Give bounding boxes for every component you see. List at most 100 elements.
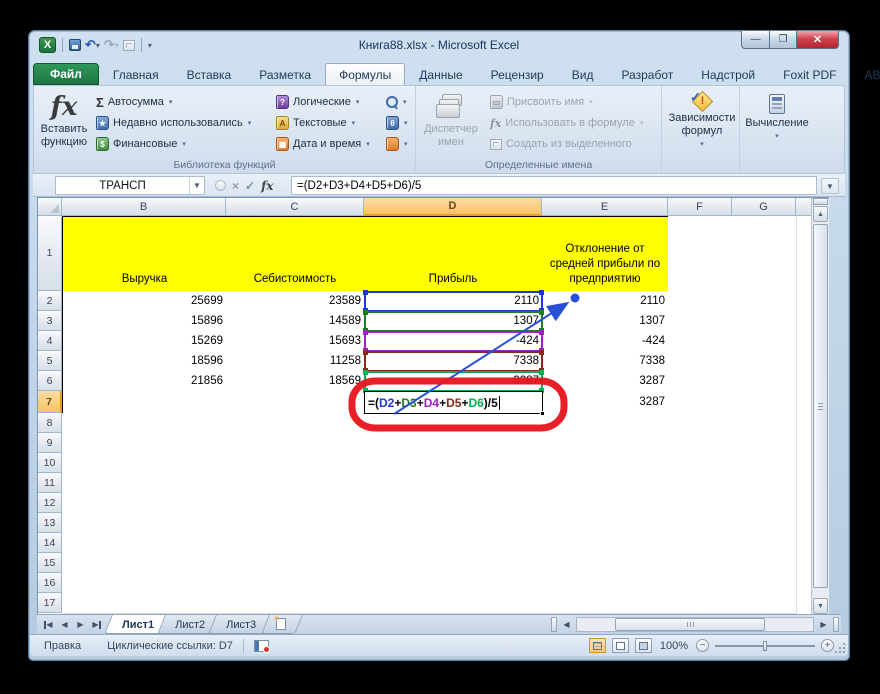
cell-B4[interactable]: 15269 <box>62 331 227 352</box>
row-header-2[interactable]: 2 <box>38 291 62 311</box>
cell-D13[interactable] <box>364 513 543 534</box>
cell-G15[interactable] <box>732 553 797 574</box>
cell-B7[interactable] <box>62 391 227 414</box>
cell-D4[interactable]: -424 <box>364 331 543 352</box>
row-header-14[interactable]: 14 <box>38 533 62 553</box>
cell-G4[interactable] <box>732 331 797 352</box>
cell-B1[interactable]: Выручка <box>62 216 227 292</box>
cell-D11[interactable] <box>364 473 543 494</box>
financial-button[interactable]: $ Финансовые▾ <box>96 134 186 154</box>
cell-C10[interactable] <box>226 453 365 474</box>
cell-C8[interactable] <box>226 413 365 434</box>
autosum-button[interactable]: Σ Автосумма▾ <box>96 92 172 112</box>
row-header-16[interactable]: 16 <box>38 573 62 593</box>
column-header-D[interactable]: D <box>364 198 542 216</box>
cell-F7[interactable] <box>668 391 733 414</box>
scroll-up-button[interactable]: ▲ <box>813 206 828 222</box>
cell-B2[interactable]: 25699 <box>62 291 227 312</box>
date-time-button[interactable]: ▦ Дата и время▾ <box>276 134 370 154</box>
formula-auditing-button[interactable]: !✓ Зависимости формул ▾ <box>670 89 734 159</box>
confirm-entry-button[interactable]: ✓ <box>245 179 255 193</box>
cell-G9[interactable] <box>732 433 797 454</box>
title-bar[interactable]: X ↶▾ ↷▾ ▾ Книга88.xlsx - Microsoft Excel… <box>29 31 849 59</box>
scroll-left-button[interactable]: ◀ <box>559 617 574 632</box>
insert-function-button[interactable]: fx Вставить функцию <box>36 89 92 159</box>
zoom-out-button[interactable]: − <box>696 639 709 652</box>
cell-G12[interactable] <box>732 493 797 514</box>
cell-E9[interactable] <box>542 433 669 454</box>
cell-E17[interactable] <box>542 593 669 614</box>
ribbon-tab-9[interactable]: Разработ <box>607 63 687 85</box>
cell-G7[interactable] <box>732 391 797 414</box>
calculation-button[interactable]: Вычисление ▾ <box>746 89 808 159</box>
cell-E11[interactable] <box>542 473 669 494</box>
cell-C3[interactable]: 14589 <box>226 311 365 332</box>
name-manager-button[interactable]: Диспетчер имен <box>420 89 482 159</box>
row-header-7[interactable]: 7 <box>38 391 62 413</box>
row-header-6[interactable]: 6 <box>38 371 62 391</box>
ribbon-tab-11[interactable]: Foxit PDF <box>769 63 850 85</box>
cell-F14[interactable] <box>668 533 733 554</box>
cell-G8[interactable] <box>732 413 797 434</box>
cell-E15[interactable] <box>542 553 669 574</box>
cell-F16[interactable] <box>668 573 733 594</box>
cell-E6[interactable]: 3287 <box>542 371 669 392</box>
horizontal-scroll-thumb[interactable] <box>615 618 765 631</box>
cell-E5[interactable]: 7338 <box>542 351 669 372</box>
cell-D7-formula-editor[interactable]: =(D2+D3+D4+D5+D6)/5 <box>364 391 543 414</box>
math-trig-button[interactable]: θ▾ <box>386 113 408 133</box>
row-header-17[interactable]: 17 <box>38 593 62 613</box>
cell-D10[interactable] <box>364 453 543 474</box>
insert-function-fx-button[interactable]: fx <box>261 179 273 193</box>
cell-D17[interactable] <box>364 593 543 614</box>
cell-B12[interactable] <box>62 493 227 514</box>
split-handle[interactable] <box>813 198 828 205</box>
ribbon-tab-6[interactable]: Данные <box>405 63 476 85</box>
cancel-entry-button[interactable]: × <box>232 179 239 193</box>
ribbon-tab-12[interactable]: ABBYY PDF <box>850 63 880 85</box>
save-button[interactable] <box>69 39 81 51</box>
undo-button[interactable]: ↶▾ <box>85 37 100 53</box>
cell-B5[interactable]: 18596 <box>62 351 227 372</box>
cell-C4[interactable]: 15693 <box>226 331 365 352</box>
split-handle[interactable] <box>833 617 839 632</box>
cell-F13[interactable] <box>668 513 733 534</box>
row-header-4[interactable]: 4 <box>38 331 62 351</box>
cell-D9[interactable] <box>364 433 543 454</box>
cell-C14[interactable] <box>226 533 365 554</box>
cell-B10[interactable] <box>62 453 227 474</box>
vertical-scroll-thumb[interactable] <box>813 224 828 588</box>
page-break-view-button[interactable] <box>635 638 652 653</box>
cell-D12[interactable] <box>364 493 543 514</box>
cell-D16[interactable] <box>364 573 543 594</box>
define-name-button[interactable]: ▭ Присвоить имя▾ <box>490 92 593 112</box>
minimize-button[interactable]: — <box>741 31 770 49</box>
cell-F2[interactable] <box>668 291 733 312</box>
macro-record-icon[interactable] <box>254 640 269 652</box>
zoom-in-button[interactable]: + <box>821 639 834 652</box>
cell-F5[interactable] <box>668 351 733 372</box>
ribbon-tab-1[interactable]: Файл <box>33 63 99 85</box>
cell-C16[interactable] <box>226 573 365 594</box>
cell-B11[interactable] <box>62 473 227 494</box>
cell-D8[interactable] <box>364 413 543 434</box>
row-header-9[interactable]: 9 <box>38 433 62 453</box>
cell-C9[interactable] <box>226 433 365 454</box>
use-in-formula-button[interactable]: fx Использовать в формуле▾ <box>490 113 643 133</box>
more-functions-button[interactable]: ▾ <box>386 134 408 154</box>
cell-C17[interactable] <box>226 593 365 614</box>
column-header-C[interactable]: C <box>226 198 364 216</box>
cell-D5[interactable]: 7338 <box>364 351 543 372</box>
cell-G10[interactable] <box>732 453 797 474</box>
zoom-slider-handle[interactable] <box>763 641 767 651</box>
formula-input[interactable]: =(D2+D3+D4+D5+D6)/5 <box>291 176 817 195</box>
excel-logo-icon[interactable]: X <box>39 37 56 53</box>
cell-grid[interactable]: BCDEFG1234567891011121314151617ВыручкаСе… <box>38 198 812 615</box>
cell-B9[interactable] <box>62 433 227 454</box>
cell-D14[interactable] <box>364 533 543 554</box>
cell-F6[interactable] <box>668 371 733 392</box>
cell-G16[interactable] <box>732 573 797 594</box>
scroll-down-button[interactable]: ▼ <box>813 598 828 614</box>
cell-C6[interactable]: 18569 <box>226 371 365 392</box>
cell-E3[interactable]: 1307 <box>542 311 669 332</box>
